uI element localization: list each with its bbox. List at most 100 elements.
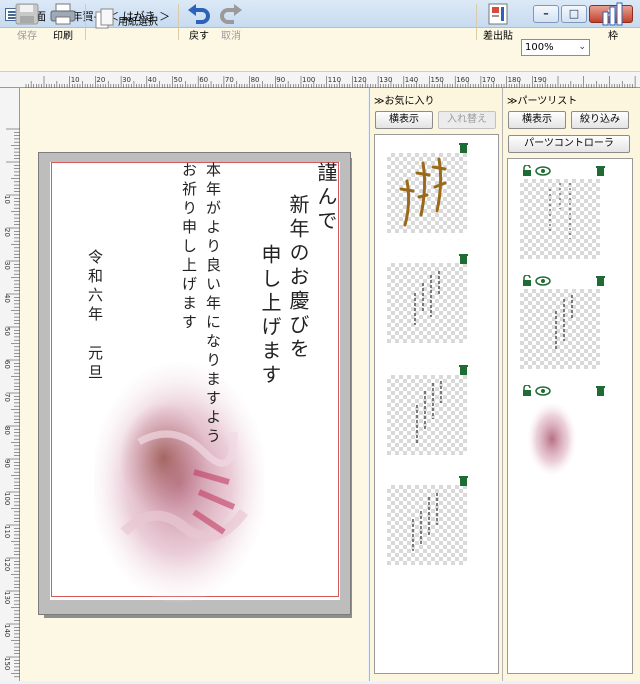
ruler-label: 160 (456, 76, 469, 84)
ruler-label: 140 (3, 624, 11, 637)
favorite-item[interactable] (387, 153, 467, 233)
print-button[interactable]: 印刷 (46, 2, 80, 42)
parts-panel: ≫パーツリスト 横表示 絞り込み パーツコントローラ (502, 88, 640, 681)
parts-filter-button[interactable]: 絞り込み (571, 111, 629, 129)
parts-horizontal-view-button[interactable]: 横表示 (508, 111, 566, 129)
trash-icon[interactable] (596, 275, 605, 286)
ruler-label: 180 (508, 76, 521, 84)
floppy-disk-icon (15, 3, 39, 25)
dragon-illustration[interactable] (94, 362, 264, 602)
maximize-icon: □ (568, 7, 580, 20)
ruler-label: 70 (3, 393, 11, 402)
trash-icon[interactable] (459, 364, 468, 375)
favorites-title: ≫お気に入り (374, 96, 435, 107)
vertical-text-thumbnail (414, 271, 440, 325)
ruler-label: 80 (251, 76, 260, 84)
save-button[interactable]: 保存 (10, 2, 44, 42)
trash-icon[interactable] (459, 253, 468, 264)
lock-eye-icons[interactable] (522, 275, 552, 287)
lock-eye-icons[interactable] (522, 385, 552, 397)
ruler-label: 140 (405, 76, 418, 84)
paper-select-button[interactable]: 用紙選択 (92, 8, 172, 48)
ruler-label: 30 (3, 261, 11, 270)
vertical-text-thumbnail (555, 295, 573, 349)
vertical-text-thumbnail (416, 381, 442, 445)
printer-icon (50, 3, 76, 25)
parts-title: ≫パーツリスト (507, 96, 578, 107)
trash-icon[interactable] (596, 385, 605, 396)
favorites-horizontal-view-button[interactable]: 横表示 (375, 111, 433, 129)
frame-bars-icon (602, 2, 623, 26)
toolbar-separator (85, 4, 86, 40)
body-line-2[interactable]: お祈り申し上げます (180, 162, 198, 333)
ruler-label: 30 (122, 76, 131, 84)
favorite-item[interactable] (387, 263, 467, 343)
ruler-label: 80 (3, 426, 11, 435)
ruler-label: 50 (3, 327, 11, 336)
ruler-label: 130 (3, 591, 11, 604)
ruler-label: 110 (3, 525, 11, 538)
ruler-label: 190 (533, 76, 546, 84)
favorite-item[interactable] (387, 485, 467, 565)
ruler-label: 90 (276, 76, 285, 84)
part-item[interactable] (520, 289, 600, 369)
maximize-button[interactable]: □ (561, 5, 587, 23)
paper-icon (95, 8, 114, 29)
favorites-panel: ≫お気に入り 横表示 入れ替え (369, 88, 502, 681)
ruler-label: 50 (174, 76, 183, 84)
ruler-label: 60 (199, 76, 208, 84)
ruler-label: 150 (431, 76, 444, 84)
trash-icon[interactable] (596, 165, 605, 176)
horizontal-ruler: 10 20 30 40 50 60 70 80 90 100 110 120 130 140 150 160 1… (0, 72, 640, 88)
ruler-label: 170 (482, 76, 495, 84)
toolbar-separator (178, 4, 179, 40)
part-item[interactable] (520, 399, 600, 479)
ruler-label: 130 (379, 76, 392, 84)
ruler-label: 150 (3, 657, 11, 670)
ruler-scale: 10 20 30 40 50 60 70 80 90 100 110 120 130 140 150 160 1… (25, 76, 636, 88)
ruler-label: 40 (148, 76, 157, 84)
ruler-label: 10 (3, 195, 11, 204)
favorite-item[interactable] (387, 375, 467, 455)
ruler-label: 100 (302, 76, 315, 84)
redo-icon (220, 4, 242, 24)
postcard-icon (488, 3, 508, 25)
ruler-label: 10 (71, 76, 80, 84)
body-line-1[interactable]: 本年がより良い年になりますよう (204, 162, 222, 447)
greeting-line-1[interactable]: 謹んで (314, 162, 338, 234)
lock-eye-icons[interactable] (522, 165, 552, 177)
redo-button[interactable]: 取消 (216, 2, 246, 42)
minimize-button[interactable]: – (533, 5, 559, 23)
ruler-label: 100 (3, 492, 11, 505)
dragon-thumbnail (528, 403, 576, 475)
greeting-line-2[interactable]: 新年のお慶びを (286, 194, 310, 362)
greeting-line-3[interactable]: 申し上げます (258, 244, 282, 388)
ruler-label: 60 (3, 360, 11, 369)
ruler-label: 70 (225, 76, 234, 84)
parts-list[interactable] (507, 158, 633, 674)
undo-button[interactable]: 戻す (184, 2, 214, 42)
chevron-down-icon: ⌄ (578, 42, 586, 52)
undo-icon (188, 4, 210, 24)
parts-controller-button[interactable]: パーツコントローラ (508, 135, 630, 153)
ruler-label: 40 (3, 294, 11, 303)
date-line-2[interactable]: 元旦 (86, 345, 104, 383)
vertical-text-thumbnail (549, 183, 571, 239)
date-line-1[interactable]: 令和六年 (86, 249, 104, 325)
zoom-select[interactable]: 100% ⌄ (521, 39, 590, 56)
ruler-label: 20 (3, 228, 11, 237)
trash-icon[interactable] (459, 142, 468, 153)
frame-button[interactable]: 枠 (598, 2, 628, 42)
ruler-scale: 10 20 30 40 50 60 70 80 90 100 110 120 130 140 150 (3, 128, 20, 678)
ruler-label: 110 (328, 76, 341, 84)
trash-icon[interactable] (459, 475, 468, 486)
ruler-label: 120 (353, 76, 366, 84)
gold-calligraphy-thumbnail (399, 157, 447, 227)
favorites-swap-button[interactable]: 入れ替え (438, 111, 496, 129)
sender-paste-button[interactable]: 差出貼 (480, 2, 516, 42)
minimize-icon: – (543, 7, 549, 20)
part-item[interactable] (520, 179, 600, 259)
ruler-label: 90 (3, 459, 11, 468)
toolbar-separator (476, 4, 477, 40)
favorites-list[interactable] (374, 134, 499, 674)
